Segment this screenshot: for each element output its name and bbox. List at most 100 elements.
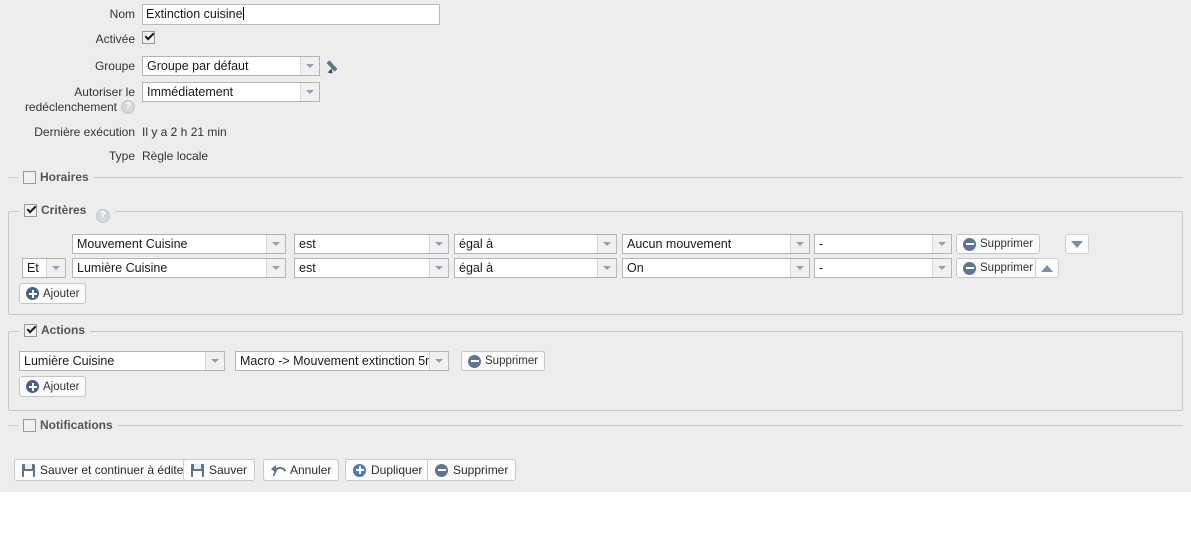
notifications-checkbox[interactable] <box>23 419 36 432</box>
chevron-down-icon <box>790 235 809 253</box>
label-redeclenchement: redéclenchement <box>24 100 117 114</box>
chevron-down-icon <box>932 259 951 277</box>
criteria-move-up-button[interactable] <box>1035 258 1059 278</box>
action-command-value: Macro -> Mouvement extinction 5min <box>240 354 446 368</box>
section-horaires: Horaires <box>8 170 1183 185</box>
undo-icon <box>271 464 285 477</box>
section-criteres: Critères ? Mouvement Cuisine est égal à … <box>8 203 1183 315</box>
save-icon <box>191 463 204 477</box>
save-label: Sauver <box>209 463 248 477</box>
field-row-derniere-execution: Dernière exécution Il y a 2 h 21 min <box>0 125 1191 151</box>
rule-editor-page: Nom Extinction cuisine Activée Groupe Gr… <box>0 0 1191 492</box>
chevron-down-icon <box>266 235 285 253</box>
help-icon-redeclenchement[interactable]: ? <box>121 100 135 114</box>
chevron-down-icon <box>932 235 951 253</box>
chevron-down-icon <box>429 352 448 370</box>
criteria-add-button[interactable]: Ajouter <box>19 283 87 304</box>
criteria-subject-value: Lumière Cuisine <box>77 261 168 275</box>
nom-input[interactable]: Extinction cuisine <box>142 4 440 25</box>
criteria-comparator-select[interactable]: égal à <box>454 258 617 278</box>
criteria-delete-label: Supprimer <box>980 262 1034 274</box>
activee-checkbox[interactable] <box>142 31 155 44</box>
action-delete-button[interactable]: Supprimer <box>461 351 546 371</box>
save-and-continue-button[interactable]: Sauver et continuer à éditer <box>14 459 196 481</box>
groupe-select[interactable]: Groupe par défaut <box>142 56 320 76</box>
duplicate-button[interactable]: Dupliquer <box>345 459 431 481</box>
criteria-comparator-select[interactable]: égal à <box>454 234 617 254</box>
help-icon-criteres[interactable]: ? <box>95 209 110 223</box>
section-notifications-label: Notifications <box>40 418 113 432</box>
criteria-subject-select[interactable]: Mouvement Cuisine <box>72 234 286 254</box>
criteria-value-select[interactable]: Aucun mouvement <box>622 234 810 254</box>
groupe-select-value: Groupe par défaut <box>147 59 249 73</box>
chevron-down-icon <box>266 259 285 277</box>
plus-circle-icon <box>26 380 39 393</box>
derniere-execution-value: Il y a 2 h 21 min <box>142 125 227 139</box>
criteria-extra-value: - <box>819 261 824 275</box>
save-button[interactable]: Sauver <box>183 459 256 481</box>
cancel-button[interactable]: Annuler <box>263 459 340 481</box>
duplicate-icon <box>353 463 366 477</box>
save-icon <box>22 463 35 477</box>
criteria-verb-value: est <box>299 261 316 275</box>
chevron-down-icon <box>429 235 448 253</box>
action-target-value: Lumière Cuisine <box>24 354 115 368</box>
horaires-checkbox[interactable] <box>23 171 36 184</box>
minus-circle-icon <box>468 354 481 368</box>
criteria-comparator-value: égal à <box>459 261 494 275</box>
section-notifications-legend[interactable]: Notifications <box>18 418 118 433</box>
delete-label: Supprimer <box>453 463 509 477</box>
field-row-activee: Activée <box>0 30 1191 56</box>
chevron-down-icon <box>300 83 319 101</box>
action-target-select[interactable]: Lumière Cuisine <box>19 351 225 371</box>
minus-circle-icon <box>435 463 448 477</box>
criteria-subject-select[interactable]: Lumière Cuisine <box>72 258 286 278</box>
chevron-down-icon <box>46 259 65 277</box>
criteria-delete-button[interactable]: Supprimer <box>956 234 1041 254</box>
section-notifications: Notifications <box>8 418 1183 433</box>
criteria-add-label: Ajouter <box>43 287 80 300</box>
criteria-move-down-button[interactable] <box>1065 234 1089 254</box>
chevron-down-icon <box>429 259 448 277</box>
criteria-verb-value: est <box>299 237 316 251</box>
edit-pencil-icon[interactable] <box>326 58 343 76</box>
label-nom: Nom <box>109 7 135 21</box>
criteria-delete-button[interactable]: Supprimer <box>956 258 1041 278</box>
action-add-button[interactable]: Ajouter <box>19 376 87 397</box>
triangle-down-icon <box>1071 240 1083 248</box>
chevron-down-icon <box>790 259 809 277</box>
redeclenchement-select[interactable]: Immédiatement <box>142 82 320 102</box>
section-actions-legend[interactable]: Actions <box>19 323 91 338</box>
minus-circle-icon <box>963 261 976 275</box>
criteria-operator-value: Et <box>27 261 39 275</box>
section-criteres-legend[interactable]: Critères ? <box>19 203 115 223</box>
action-command-select[interactable]: Macro -> Mouvement extinction 5min <box>235 351 449 371</box>
minus-circle-icon <box>963 237 976 251</box>
criteria-verb-select[interactable]: est <box>294 258 449 278</box>
criteria-value-value: Aucun mouvement <box>627 237 732 251</box>
cancel-label: Annuler <box>290 463 332 477</box>
label-autoriser-le: Autoriser le <box>74 85 135 99</box>
criteria-row: Et Lumière Cuisine est égal à On - Suppr… <box>22 258 1172 278</box>
field-row-nom: Nom Extinction cuisine <box>0 4 1191 30</box>
criteria-extra-select[interactable]: - <box>814 234 952 254</box>
criteria-extra-select[interactable]: - <box>814 258 952 278</box>
criteria-comparator-value: égal à <box>459 237 494 251</box>
text-caret <box>242 7 244 20</box>
criteria-operator-select[interactable]: Et <box>22 258 66 278</box>
criteria-value-select[interactable]: On <box>622 258 810 278</box>
section-horaires-legend[interactable]: Horaires <box>18 170 94 185</box>
field-row-type: Type Règle locale <box>0 149 1191 175</box>
action-row: Lumière Cuisine Macro -> Mouvement extin… <box>19 351 1119 371</box>
label-type: Type <box>108 149 135 163</box>
criteria-subject-value: Mouvement Cuisine <box>77 237 188 251</box>
criteres-checkbox[interactable] <box>24 204 37 217</box>
chevron-down-icon <box>597 235 616 253</box>
section-criteres-label: Critères <box>41 203 87 217</box>
actions-checkbox[interactable] <box>24 324 37 337</box>
delete-button[interactable]: Supprimer <box>427 459 517 481</box>
redeclenchement-select-value: Immédiatement <box>147 85 234 99</box>
criteria-verb-select[interactable]: est <box>294 234 449 254</box>
save-and-continue-label: Sauver et continuer à éditer <box>40 463 188 477</box>
criteria-delete-label: Supprimer <box>980 238 1034 250</box>
